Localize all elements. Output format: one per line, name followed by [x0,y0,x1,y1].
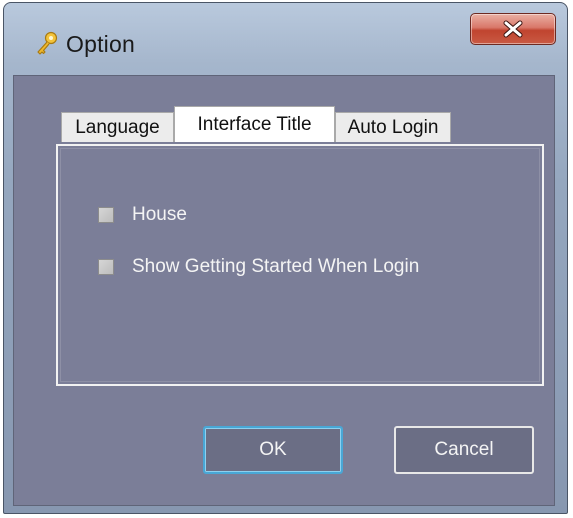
house-checkbox-label: House [132,204,187,225]
show-getting-started-checkbox-label: Show Getting Started When Login [132,256,420,277]
close-icon [502,20,524,38]
close-button[interactable] [470,13,556,45]
key-icon [34,31,60,57]
show-getting-started-checkbox[interactable] [98,259,114,275]
show-getting-started-checkbox-row[interactable]: Show Getting Started When Login [98,256,419,278]
cancel-button[interactable]: Cancel [394,426,534,474]
dialog-body: Language Interface Title Auto Login Hous… [13,75,555,506]
tab-panel-interface-title: House Show Getting Started When Login [56,144,544,386]
tab-auto-login-label: Auto Login [347,116,439,138]
window-title: Option [66,31,135,57]
cancel-button-label: Cancel [434,439,494,460]
tab-interface-title[interactable]: Interface Title [174,106,335,142]
tab-language-label: Language [75,116,160,138]
title-bar[interactable]: Option [4,3,567,75]
ok-button-label: OK [259,439,287,460]
ok-button[interactable]: OK [203,426,343,474]
house-checkbox[interactable] [98,207,114,223]
tab-interface-title-label: Interface Title [197,113,312,135]
tab-auto-login[interactable]: Auto Login [335,112,451,142]
option-dialog: Option Language Interface Title Auto Log… [3,2,568,514]
tab-language[interactable]: Language [61,112,174,142]
house-checkbox-row[interactable]: House [98,204,187,226]
